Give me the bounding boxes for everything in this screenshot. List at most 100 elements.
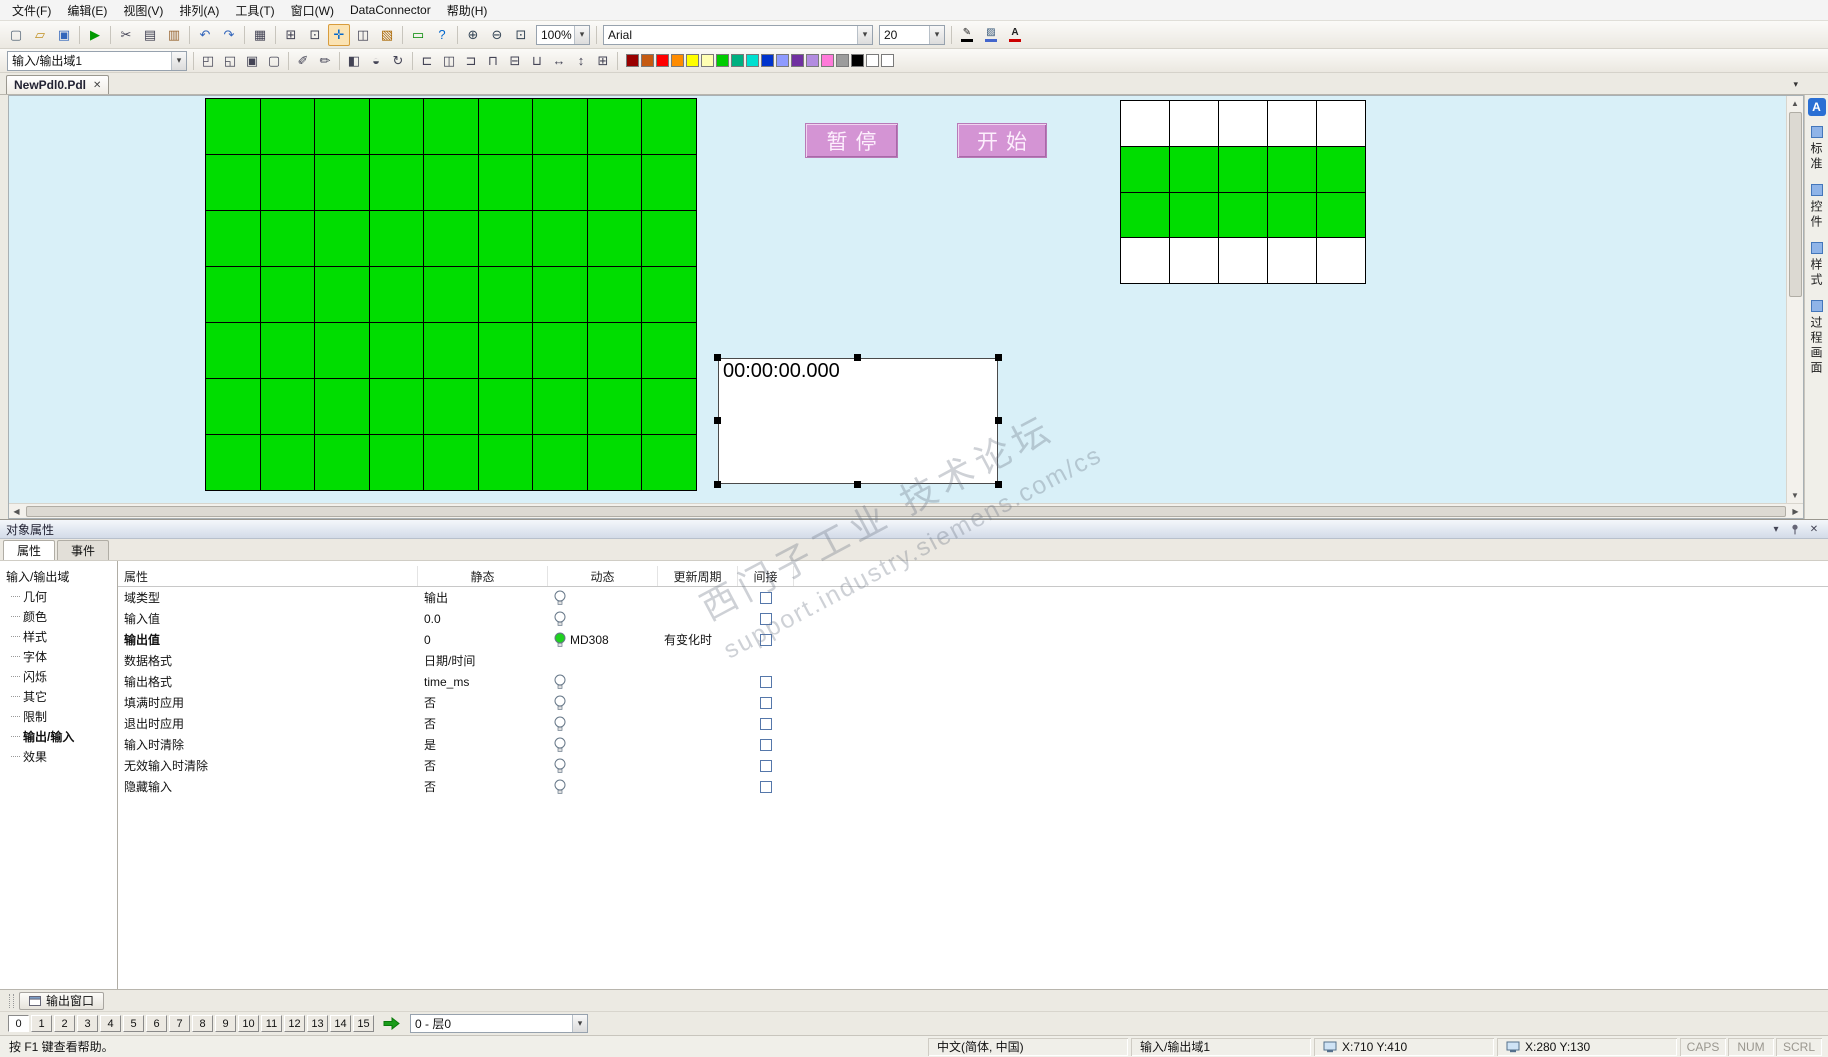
color-swatch-3[interactable]: [671, 54, 684, 67]
property-update-cycle[interactable]: [658, 776, 738, 797]
property-update-cycle[interactable]: [658, 671, 738, 692]
panel-menu-chevron-icon[interactable]: ▾: [1768, 522, 1784, 536]
property-indirect-cell[interactable]: [738, 713, 794, 734]
indirect-checkbox[interactable]: [760, 759, 772, 772]
group-icon[interactable]: ▣: [242, 51, 262, 71]
layer-arrow-icon[interactable]: [383, 1017, 400, 1030]
scroll-left-icon[interactable]: ◀: [9, 504, 24, 519]
layer-button-3[interactable]: 3: [77, 1015, 98, 1032]
property-row[interactable]: 填满时应用 否: [118, 692, 1828, 713]
property-update-cycle[interactable]: [658, 755, 738, 776]
property-indirect-cell[interactable]: [738, 650, 794, 671]
ungroup-icon[interactable]: ▢: [264, 51, 284, 71]
select-tool-icon[interactable]: ✛: [328, 23, 350, 46]
save-icon[interactable]: ▣: [53, 24, 75, 46]
io-field[interactable]: 00:00:00.000: [718, 358, 998, 484]
redo-icon[interactable]: ↷: [218, 24, 240, 46]
property-static-value[interactable]: 0: [418, 629, 548, 650]
property-update-cycle[interactable]: [658, 692, 738, 713]
pause-button[interactable]: 暂停: [805, 123, 898, 158]
property-indirect-cell[interactable]: [738, 776, 794, 797]
property-static-value[interactable]: 否: [418, 755, 548, 776]
color-swatch-0[interactable]: [626, 54, 639, 67]
property-row[interactable]: 输入值 0.0: [118, 608, 1828, 629]
hmi-grid-large[interactable]: [205, 98, 697, 491]
layer-button-15[interactable]: 15: [353, 1015, 374, 1032]
property-row[interactable]: 隐藏输入 否: [118, 776, 1828, 797]
layer-button-10[interactable]: 10: [238, 1015, 259, 1032]
property-dynamic-cell[interactable]: [548, 734, 658, 755]
property-static-value[interactable]: 否: [418, 713, 548, 734]
object-selector-combo[interactable]: 输入/输出域1 ▾: [7, 50, 187, 71]
bring-front-icon[interactable]: ◰: [198, 51, 218, 71]
font-size-combo[interactable]: 20 ▾: [879, 24, 945, 45]
zoom-in-icon[interactable]: ⊕: [462, 24, 484, 46]
color-swatch-8[interactable]: [746, 54, 759, 67]
layer-button-12[interactable]: 12: [284, 1015, 305, 1032]
snap-grid-icon[interactable]: ⊡: [304, 24, 326, 46]
color-swatch-14[interactable]: [836, 54, 849, 67]
standard-palette-icon[interactable]: A: [1807, 98, 1826, 116]
horizontal-scroll-thumb[interactable]: [26, 505, 1786, 517]
font-name-combo[interactable]: Arial ▾: [603, 24, 873, 45]
paste-icon[interactable]: ▥: [163, 24, 185, 46]
property-dynamic-cell[interactable]: [548, 608, 658, 629]
indirect-checkbox[interactable]: [760, 780, 772, 793]
align-middle-icon[interactable]: ⊟: [505, 51, 525, 71]
tab-list-chevron-icon[interactable]: ▾: [1793, 79, 1798, 90]
selection-handle[interactable]: [995, 481, 1002, 488]
property-row[interactable]: 数据格式 日期/时间: [118, 650, 1828, 671]
menu-item-6[interactable]: DataConnector: [342, 1, 439, 19]
property-static-value[interactable]: 否: [418, 776, 548, 797]
color-swatch-13[interactable]: [821, 54, 834, 67]
scroll-right-icon[interactable]: ▶: [1788, 504, 1803, 519]
tree-item-3[interactable]: 字体: [6, 646, 117, 666]
property-update-cycle[interactable]: [658, 713, 738, 734]
flip-horizontal-icon[interactable]: ◧: [344, 51, 364, 71]
start-button[interactable]: 开始: [957, 123, 1047, 158]
selection-handle[interactable]: [714, 481, 721, 488]
property-dynamic-cell[interactable]: [548, 587, 658, 608]
layer-button-2[interactable]: 2: [54, 1015, 75, 1032]
zoom-out-icon[interactable]: ⊖: [486, 24, 508, 46]
indirect-checkbox[interactable]: [760, 696, 772, 709]
property-dynamic-cell[interactable]: [548, 776, 658, 797]
io-field-selection[interactable]: 00:00:00.000: [714, 354, 1002, 488]
property-indirect-cell[interactable]: [738, 587, 794, 608]
layout-panels-icon[interactable]: ◫: [352, 24, 374, 46]
library-icon[interactable]: ▧: [376, 24, 398, 46]
align-right-icon[interactable]: ⊐: [461, 51, 481, 71]
same-height-icon[interactable]: ↕: [571, 51, 591, 71]
color-swatch-5[interactable]: [701, 54, 714, 67]
property-update-cycle[interactable]: [658, 587, 738, 608]
selection-handle[interactable]: [995, 354, 1002, 361]
color-swatch-11[interactable]: [791, 54, 804, 67]
color-swatch-2[interactable]: [656, 54, 669, 67]
align-bottom-icon[interactable]: ⊔: [527, 51, 547, 71]
tree-item-5[interactable]: 其它: [6, 686, 117, 706]
layer-button-8[interactable]: 8: [192, 1015, 213, 1032]
property-row[interactable]: 无效输入时清除 否: [118, 755, 1828, 776]
menu-item-7[interactable]: 帮助(H): [439, 0, 496, 21]
tree-item-7[interactable]: 输出/输入: [6, 726, 117, 746]
property-indirect-cell[interactable]: [738, 671, 794, 692]
pin-icon[interactable]: [1787, 522, 1803, 536]
layer-selector-combo[interactable]: 0 - 层0 ▾: [410, 1014, 588, 1033]
menu-item-2[interactable]: 视图(V): [115, 0, 171, 21]
property-row[interactable]: 输出值 0 MD308 有变化时: [118, 629, 1828, 650]
tree-item-0[interactable]: 几何: [6, 586, 117, 606]
property-update-cycle[interactable]: [658, 608, 738, 629]
properties-panel-header[interactable]: 对象属性 ▾ ✕: [0, 520, 1828, 539]
send-back-icon[interactable]: ◱: [220, 51, 240, 71]
palette-tab-1[interactable]: 控件: [1808, 184, 1825, 230]
color-swatch-17[interactable]: [881, 54, 894, 67]
canvas-vertical-scrollbar[interactable]: ▲ ▼: [1786, 96, 1803, 503]
menu-item-0[interactable]: 文件(F): [4, 0, 59, 21]
run-icon[interactable]: ▶: [84, 24, 106, 46]
undo-icon[interactable]: ↶: [194, 24, 216, 46]
drawing-canvas[interactable]: 暂停 开始 00:00:00.000: [9, 96, 1786, 503]
property-row[interactable]: 域类型 输出: [118, 587, 1828, 608]
selection-handle[interactable]: [714, 417, 721, 424]
layer-button-11[interactable]: 11: [261, 1015, 282, 1032]
flip-vertical-icon[interactable]: ◒: [366, 51, 386, 71]
